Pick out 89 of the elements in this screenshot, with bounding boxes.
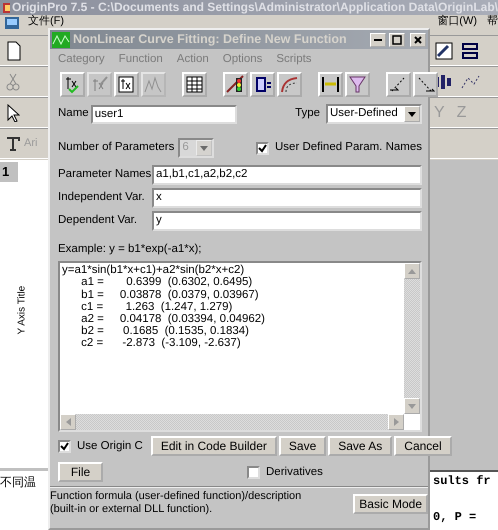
toolbar-button[interactable] (250, 72, 275, 97)
pointer-icon (6, 104, 20, 122)
line-plot-icon (460, 74, 480, 90)
scroll-left-icon (66, 418, 70, 426)
toolbar-button[interactable] (114, 72, 139, 97)
window-title: OriginPro 7.5 - C:\Documents and Settings\Administrator\Application Data\OriginLab\ (12, 0, 498, 14)
scroll-right-icon (394, 418, 398, 426)
peaks-icon (144, 75, 163, 94)
user-names-label: User Defined Param. Names (275, 140, 422, 156)
new-document-icon (6, 40, 22, 60)
maximize-button[interactable] (389, 32, 405, 46)
minimize-icon (374, 38, 382, 40)
dialog-title: NonLinear Curve Fitting: Define New Function (73, 31, 348, 48)
field-label: Parameter Names (58, 167, 152, 182)
scroll-down-icon (408, 404, 416, 409)
dropdown-arrow-icon (200, 146, 208, 150)
derivatives-label: Derivatives (266, 464, 323, 480)
example-text: Example: y = b1*exp(-a1*x); (58, 242, 202, 257)
traffic-light-icon (226, 75, 245, 94)
row-header[interactable]: 1 (0, 162, 18, 182)
field-label: Independent Var. (58, 190, 146, 206)
toolbar-button[interactable] (60, 72, 85, 97)
check-icon (60, 442, 69, 451)
scissors-icon (6, 72, 20, 90)
axis-title: Y Axis Title (16, 284, 28, 334)
text-field[interactable]: x (152, 188, 422, 208)
name-label: Name (58, 106, 89, 122)
menu-item[interactable]: 文件(F) (28, 15, 64, 27)
toolbar-button[interactable] (223, 72, 248, 97)
fit-icon (52, 32, 70, 48)
code-line: c2 = -2.873 (-3.109, -2.637) (80, 337, 241, 350)
panel-title: 不同温 (0, 474, 36, 491)
app-menu-icon (4, 15, 20, 31)
code-line: a1 = 0.6399 (0.6302, 0.6495) (81, 276, 254, 289)
name-field[interactable]: user1 (90, 104, 237, 124)
toolbar-button[interactable] (413, 72, 438, 97)
cancel-button[interactable]: Cancel (394, 436, 452, 456)
code-line: c1 = 1.263 (1.247, 1.279) (80, 300, 232, 314)
type-dropdown[interactable]: User-Defined (326, 104, 422, 124)
scroll-up-icon (408, 268, 416, 274)
dropdown-arrow-icon (408, 112, 416, 116)
text-field[interactable]: y (152, 211, 422, 231)
function-edit-icon (90, 75, 109, 94)
code-line: y=a1*sin(b1*x+c1)+a2*sin(b2*x+c2) (62, 264, 244, 276)
function-file-icon (117, 75, 136, 94)
text-tool-icon (6, 136, 20, 150)
use-origin-c-checkbox[interactable] (58, 440, 71, 453)
curve-icon (280, 75, 299, 94)
toolbar-button[interactable] (318, 72, 343, 97)
toolbar-button[interactable] (386, 72, 411, 97)
maximize-icon (392, 34, 402, 44)
hint-text: Function formula (user-defined function)/description (built-in or external DLL function). (50, 490, 302, 516)
funnel-icon (348, 75, 367, 94)
toolbar-button[interactable] (277, 72, 302, 97)
basic-mode-button[interactable]: Basic Mode (353, 494, 428, 514)
range-icon (321, 75, 340, 94)
derivatives-checkbox[interactable] (247, 466, 260, 479)
results-text: sults fr (433, 473, 492, 490)
close-button[interactable] (410, 32, 426, 46)
number-of-parameters-label: Number of Parameters (58, 140, 174, 156)
layout-icon (462, 42, 478, 60)
use-origin-c-label: Use Origin C (77, 438, 143, 454)
user-names-checkbox[interactable] (256, 142, 269, 154)
type-label: Type (295, 106, 320, 122)
results-text: 0, P = (433, 509, 478, 526)
menu-item[interactable]: 帮 (487, 15, 498, 27)
dotted-arrow-icon (416, 75, 435, 94)
horizontal-scrollbar[interactable] (60, 414, 404, 430)
parameter-icon (253, 75, 272, 94)
close-icon (413, 34, 423, 44)
field-label: Dependent Var. (58, 213, 138, 228)
toolbar-button[interactable] (345, 72, 370, 97)
edit-code-button[interactable]: Edit in Code Builder (150, 436, 277, 456)
code-line: b2 = 0.1685 (0.1535, 0.1834) (80, 325, 250, 338)
file-button[interactable]: File (58, 462, 103, 482)
save-button[interactable]: Save (278, 436, 326, 456)
save-as-button[interactable]: Save As (328, 436, 392, 456)
toolbar-button[interactable] (182, 72, 207, 97)
edit-icon (434, 40, 454, 60)
table-icon (185, 75, 204, 94)
text-field[interactable]: a1,b1,c1,a2,b2,c2 (152, 165, 422, 185)
code-editor[interactable] (58, 261, 422, 432)
code-line: b1 = 0.03878 (0.0379, 0.03967) (80, 288, 260, 301)
code-line: a2 = 0.04178 (0.03394, 0.04962) (80, 313, 266, 326)
app-icon (2, 2, 10, 14)
check-icon (258, 144, 267, 152)
vertical-scrollbar[interactable] (404, 263, 420, 414)
minimize-button[interactable] (370, 32, 386, 46)
menu-item[interactable]: 窗口(W) (437, 15, 477, 27)
